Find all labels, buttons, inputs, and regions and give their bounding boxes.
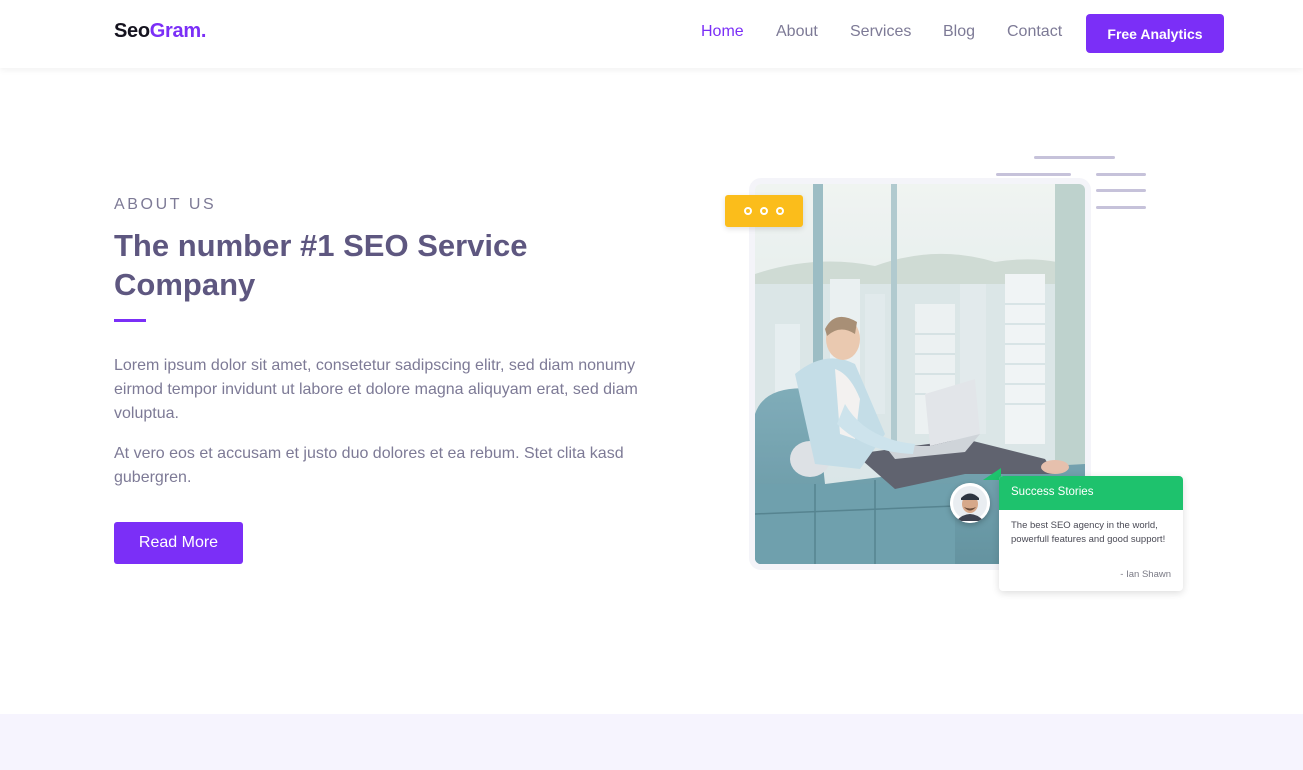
testimonial-author: - Ian Shawn xyxy=(1120,569,1171,580)
success-stories-card: Success Stories The best SEO agency in t… xyxy=(999,476,1183,591)
success-stories-title: Success Stories xyxy=(999,476,1183,510)
next-section-band xyxy=(0,714,1303,770)
logo-part1: Seo xyxy=(114,20,150,42)
about-paragraph-1: Lorem ipsum dolor sit amet, consetetur s… xyxy=(114,357,638,422)
logo-part2: Gram. xyxy=(149,20,207,42)
testimonial-text: The best SEO agency in the world, powerf… xyxy=(1011,520,1166,545)
logo[interactable]: SeoGram. xyxy=(114,20,206,43)
three-dots-icon xyxy=(725,195,803,227)
nav-contact[interactable]: Contact xyxy=(1007,23,1062,41)
heading-underline xyxy=(114,319,146,322)
nav-about[interactable]: About xyxy=(776,23,818,41)
read-more-button[interactable]: Read More xyxy=(114,522,243,564)
nav-blog[interactable]: Blog xyxy=(943,23,975,41)
section-heading: The number #1 SEO Service Company xyxy=(114,228,528,302)
user-avatar-icon xyxy=(950,483,990,523)
nav-home[interactable]: Home xyxy=(701,23,744,41)
navbar: SeoGram. Home About Services Blog Contac… xyxy=(0,0,1303,68)
section-eyebrow: ABOUT US xyxy=(114,196,217,213)
about-paragraph-2: At vero eos et accusam et justo duo dolo… xyxy=(114,445,624,486)
nav-services[interactable]: Services xyxy=(850,23,911,41)
free-analytics-button[interactable]: Free Analytics xyxy=(1086,14,1224,53)
